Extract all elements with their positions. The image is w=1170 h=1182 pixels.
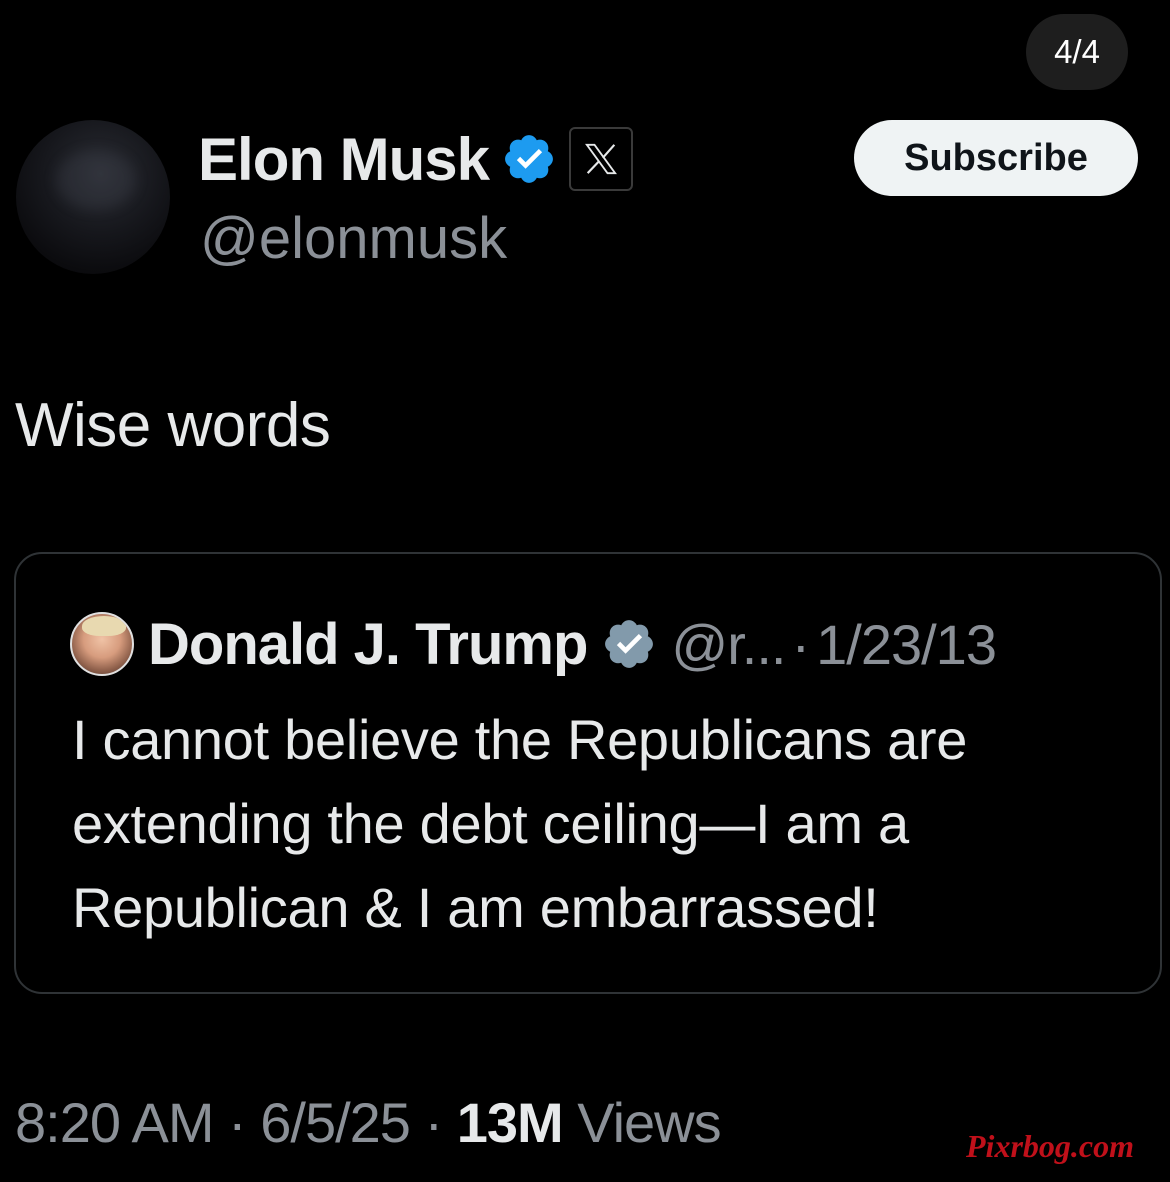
image-pager-counter: 4/4 [1026,14,1128,90]
quoted-author-avatar[interactable] [70,612,134,676]
quoted-post-card[interactable]: Donald J. Trump @r... · 1/23/13 I cannot… [14,552,1162,994]
separator-dot: · [424,1091,444,1154]
separator-dot: · [791,612,811,676]
author-handle[interactable]: @elonmusk [200,205,507,272]
quoted-author-handle[interactable]: @r... [671,612,786,677]
author-name-row: Elon Musk [198,124,634,194]
subscribe-button[interactable]: Subscribe [854,120,1138,196]
watermark: Pixrbog.com [966,1128,1134,1164]
post-text: Wise words [15,391,331,460]
author-avatar[interactable] [16,120,170,274]
views-count: 13M [456,1091,564,1154]
post-meta-row: 8:20 AM · 6/5/25 · 13M Views [15,1090,722,1155]
x-logo-icon[interactable] [569,127,634,191]
separator-dot: · [228,1091,247,1154]
views-label: Views [577,1091,721,1154]
post-date[interactable]: 6/5/25 [260,1091,411,1154]
verified-gray-icon[interactable] [601,616,657,672]
quoted-post-text: I cannot believe the Republicans are ext… [72,708,968,939]
post-time[interactable]: 8:20 AM [15,1091,214,1154]
quoted-post-date[interactable]: 1/23/13 [816,612,997,677]
author-name[interactable]: Elon Musk [198,125,490,194]
quoted-author-name[interactable]: Donald J. Trump [148,611,588,678]
quoted-post-header: Donald J. Trump @r... · 1/23/13 [70,608,997,680]
verified-blue-icon[interactable] [501,131,557,187]
